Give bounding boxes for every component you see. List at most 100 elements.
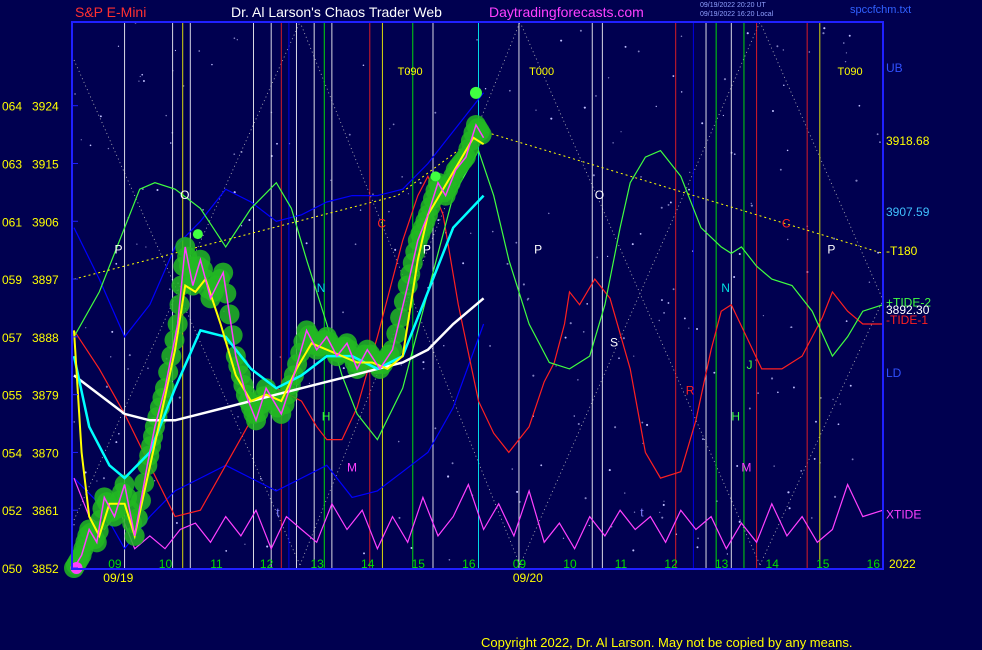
star	[105, 385, 108, 388]
letter-marker: P	[423, 242, 431, 256]
top-marker: T090	[398, 66, 423, 78]
star	[99, 115, 102, 118]
star	[660, 206, 663, 209]
star	[688, 327, 690, 329]
star	[96, 480, 98, 482]
y-tick-price: 3852	[32, 562, 59, 576]
swing-dot	[469, 86, 482, 99]
star	[342, 311, 344, 314]
star	[663, 500, 665, 502]
letter-marker: N	[721, 281, 730, 295]
star	[233, 37, 236, 40]
star	[139, 75, 141, 78]
letter-marker: C	[377, 217, 386, 231]
star	[879, 141, 881, 144]
star	[165, 114, 167, 117]
star	[470, 232, 472, 235]
letter-marker: H	[322, 409, 331, 423]
star	[762, 315, 765, 317]
star	[359, 209, 362, 211]
star	[823, 27, 826, 30]
star	[73, 421, 76, 423]
star	[757, 392, 760, 395]
y-tick-price: 3915	[32, 157, 59, 171]
star	[434, 111, 437, 114]
letter-marker: P	[534, 242, 542, 256]
star	[849, 384, 852, 387]
letter-marker: C	[782, 217, 791, 231]
letter-marker: M	[741, 461, 751, 475]
star	[637, 50, 640, 53]
star	[138, 80, 140, 82]
y-tick-price: 3924	[32, 100, 59, 114]
letter-marker: t	[276, 506, 280, 520]
star	[792, 386, 795, 389]
star	[577, 379, 579, 381]
star	[535, 109, 537, 111]
star	[515, 241, 518, 244]
lattice-line	[759, 299, 884, 566]
star	[174, 49, 177, 52]
y-tick-price: 3897	[32, 273, 59, 287]
star	[669, 201, 672, 204]
star	[569, 322, 572, 325]
star	[577, 422, 580, 426]
star	[276, 142, 278, 145]
star	[342, 367, 345, 370]
header-file: spccfchm.txt	[850, 4, 912, 16]
star	[789, 326, 792, 328]
star	[175, 522, 178, 524]
star	[266, 545, 269, 548]
star	[868, 281, 871, 283]
star	[142, 80, 145, 82]
star	[697, 537, 699, 540]
star	[118, 432, 120, 435]
star	[592, 174, 595, 177]
star	[606, 255, 609, 257]
letter-marker: P	[114, 242, 122, 256]
star	[73, 523, 75, 526]
star	[354, 243, 357, 246]
star	[80, 139, 82, 141]
star	[74, 93, 76, 95]
star	[680, 91, 683, 93]
star	[631, 243, 634, 246]
star	[661, 516, 664, 519]
star	[640, 176, 642, 178]
y-tick-price: 3861	[32, 504, 59, 518]
letter-marker: P	[827, 242, 835, 256]
star	[622, 337, 625, 340]
star	[511, 468, 514, 470]
star	[822, 32, 825, 35]
star	[782, 49, 785, 51]
chart-title: S&P E-Mini	[75, 4, 147, 20]
plot-area: 050 3852 052 3861 054 3870 055 3879 057 3888 059 38…	[2, 21, 931, 585]
year-label: 2022	[889, 557, 916, 571]
star	[845, 320, 848, 323]
star	[397, 440, 400, 443]
star	[722, 114, 725, 117]
star	[776, 45, 779, 48]
star	[618, 357, 620, 359]
star	[815, 420, 817, 423]
star	[858, 104, 861, 107]
star	[169, 288, 171, 290]
header-time-local: 09/19/2022 16:20 Local	[700, 11, 774, 18]
star	[607, 77, 610, 79]
y-tick-code: 064	[2, 100, 22, 114]
star	[562, 537, 565, 540]
star	[484, 87, 487, 90]
star	[348, 133, 351, 136]
star	[400, 364, 402, 366]
header-site[interactable]: Daytradingforecasts.com	[489, 4, 644, 20]
star	[586, 303, 589, 305]
star	[107, 147, 110, 150]
star	[540, 464, 543, 467]
chaos-trader-chart: 050 3852 052 3861 054 3870 055 3879 057 3888 059 38…	[2, 21, 931, 585]
letter-marker: S	[610, 335, 618, 349]
star	[595, 95, 597, 97]
star	[851, 458, 854, 461]
star	[633, 511, 636, 513]
letter-marker: J	[746, 358, 752, 372]
star	[845, 52, 848, 54]
